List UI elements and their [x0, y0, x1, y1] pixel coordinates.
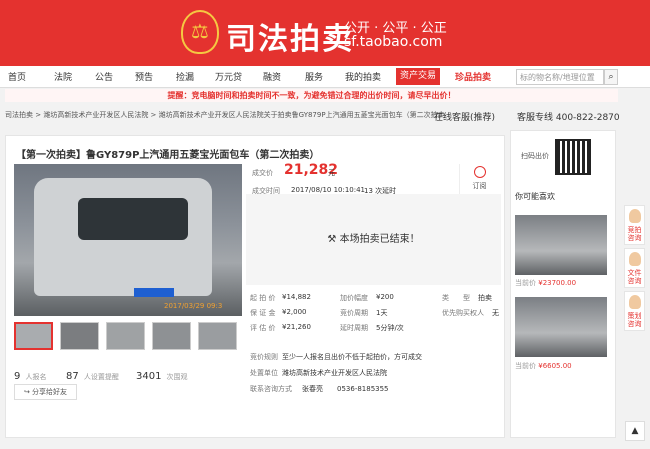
info-label: 处置单位: [250, 369, 278, 377]
detail-label: 类 型: [442, 294, 470, 302]
nav-court[interactable]: 法院: [54, 70, 72, 83]
qr-label: 扫码出价: [521, 152, 549, 160]
main-nav: 首页 法院 公告 预告 捡漏 万元贷 融资 服务 我的拍卖 资产交易 珍品拍卖 …: [0, 66, 650, 88]
deal-time: 2017/08/10 10:10:41: [291, 186, 366, 194]
main-photo[interactable]: 2017/03/29 09:3 ⊕: [14, 164, 242, 316]
van-image: [34, 178, 212, 297]
photo-timestamp: 2017/03/29 09:3: [164, 302, 223, 310]
auction-info: 竞价规则 至少一人报名且出价不低于起拍价，方可成交 处置单位 潍坊高新技术产业开…: [246, 350, 501, 398]
qr-code: [555, 139, 591, 175]
online-service-link[interactable]: 在线客服(推荐): [434, 110, 495, 123]
thumbnail-3[interactable]: [106, 322, 145, 350]
start-price: ¥14,882: [282, 293, 311, 301]
breadcrumb[interactable]: 司法拍卖 > 潍坊高新技术产业开发区人民法院 > 潍坊高新技术产业开发区人民法院…: [5, 110, 445, 120]
agent-avatar: [629, 209, 641, 223]
file-consult-button[interactable]: 文件咨询: [624, 248, 645, 288]
agent-avatar: [629, 252, 641, 266]
thumbnail-5[interactable]: [198, 322, 237, 350]
stat-reminders: 87 人设置提醒: [66, 371, 119, 382]
plan-consult-button[interactable]: 策划咨询: [624, 291, 645, 331]
license-plate: [134, 288, 174, 297]
increment: ¥200: [376, 293, 394, 301]
nav-my-auction[interactable]: 我的拍卖: [345, 70, 381, 83]
agent-avatar: [629, 295, 641, 309]
hotline: 客服专线 400-822-2870: [517, 113, 620, 123]
auction-type: 拍卖: [478, 294, 492, 302]
info-label: 联系咨询方式: [250, 385, 292, 393]
recommend-card[interactable]: [515, 297, 607, 357]
nav-preview[interactable]: 预告: [135, 70, 153, 83]
priority-buyer: 无: [492, 309, 499, 317]
nav-announcement[interactable]: 公告: [95, 70, 113, 83]
share-icon: ↪: [23, 388, 30, 396]
nav-treasure[interactable]: 珍品拍卖: [455, 70, 491, 83]
auction-details: 起 拍 价 ¥14,882 加价幅度 ¥200 类 型 拍卖 保 证 金 ¥2,…: [246, 291, 501, 336]
disposal-unit[interactable]: 潍坊高新技术产业开发区人民法院: [282, 368, 387, 378]
price-unit: 元: [328, 169, 335, 177]
gavel-icon: ⚒: [327, 234, 337, 245]
detail-label: 保 证 金: [250, 309, 276, 317]
nav-home[interactable]: 首页: [8, 70, 26, 83]
deposit: ¥2,000: [282, 308, 307, 316]
recommend-card[interactable]: [515, 215, 607, 275]
detail-label: 竞价周期: [340, 309, 368, 317]
info-label: 竞价规则: [250, 353, 278, 361]
site-url: sf.taobao.com: [344, 34, 443, 50]
item-panel: 【第一次拍卖】鲁GY879P上汽通用五菱宝光面包车（第二次拍卖） 2017/03…: [5, 135, 505, 438]
detail-label: 优先购买权人: [442, 309, 484, 317]
delay-period: 5分钟/次: [376, 324, 404, 332]
van-window: [78, 198, 188, 240]
detail-label: 起 拍 价: [250, 294, 276, 302]
detail-label: 延时周期: [340, 324, 368, 332]
nav-service[interactable]: 服务: [305, 70, 323, 83]
bid-rule: 至少一人报名且出价不低于起拍价，方可成交: [282, 353, 422, 361]
share-button[interactable]: ↪ 分享给好友: [14, 384, 77, 400]
appraisal-price: ¥21,260: [282, 323, 311, 331]
price-label: 成交价: [252, 169, 273, 177]
site-logo[interactable]: 司法拍卖: [226, 14, 354, 58]
nav-bargain[interactable]: 捡漏: [176, 70, 194, 83]
right-sidebar: 扫码出价 你可能喜欢 当前价 ¥23700.00 当前价 ¥6605.00: [510, 130, 616, 438]
recommend-price: 当前价 ¥6605.00: [515, 362, 572, 370]
auction-ended-banner: ⚒ 本场拍卖已结束！: [246, 194, 501, 285]
search-icon[interactable]: ⌕: [604, 69, 618, 85]
thumbnail-2[interactable]: [60, 322, 99, 350]
header-banner: ⚖ 司法拍卖 公开 · 公平 · 公正 sf.taobao.com: [0, 0, 650, 66]
notice-bar: 提醒：竞电脑时间和拍卖时间不一致，为避免错过合理的出价时间，请尽早出价！: [5, 89, 618, 102]
nav-finance[interactable]: 融资: [263, 70, 281, 83]
back-to-top-icon[interactable]: ▲: [625, 421, 645, 441]
contact-info: 张春亮 0536-8185355: [302, 385, 389, 393]
thumbnail-1[interactable]: [14, 322, 53, 350]
clock-icon: [473, 166, 486, 178]
thumbnail-4[interactable]: [152, 322, 191, 350]
stat-views: 3401 次围观: [136, 371, 188, 382]
detail-label: 评 估 价: [250, 324, 276, 332]
nav-loan[interactable]: 万元贷: [215, 70, 242, 83]
recommend-price: 当前价 ¥23700.00: [515, 279, 577, 287]
detail-label: 加价幅度: [340, 294, 368, 302]
bid-consult-button[interactable]: 竞拍咨询: [624, 205, 645, 245]
search-input[interactable]: 标的物名称/地理位置: [516, 69, 604, 85]
stat-signups: 9 人报名: [14, 371, 47, 382]
nav-asset-trade[interactable]: 资产交易: [396, 68, 441, 85]
bid-period: 1天: [376, 309, 388, 317]
court-emblem-icon: ⚖: [181, 10, 219, 54]
recommend-title: 你可能喜欢: [515, 192, 555, 201]
